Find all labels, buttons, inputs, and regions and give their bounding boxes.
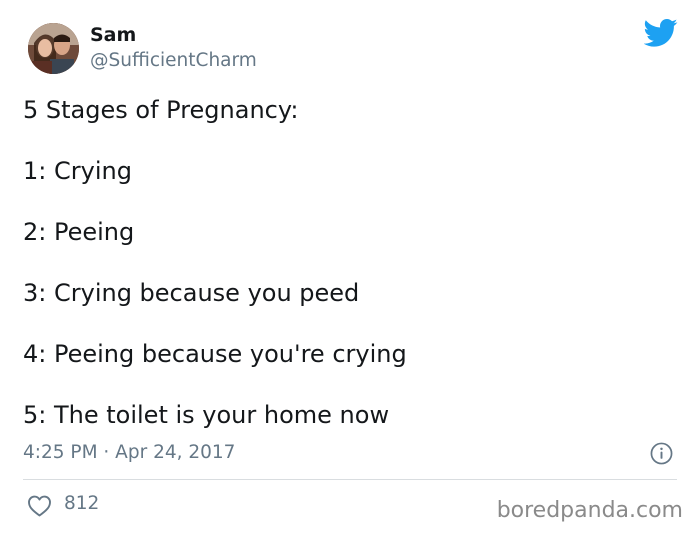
tweet-line: 4: Peeing because you're crying bbox=[23, 340, 407, 368]
tweet-line: 3: Crying because you peed bbox=[23, 279, 360, 307]
tweet-line: 5 Stages of Pregnancy: bbox=[23, 96, 299, 124]
tweet-line: 2: Peeing bbox=[23, 218, 135, 246]
like-count: 812 bbox=[64, 493, 100, 514]
info-icon[interactable] bbox=[650, 442, 673, 465]
tweet-text: 5 Stages of Pregnancy: 1: Crying 2: Peei… bbox=[23, 92, 683, 458]
tweet-line: 5: The toilet is your home now bbox=[23, 401, 390, 429]
heart-icon[interactable] bbox=[27, 495, 52, 517]
author-handle[interactable]: @SufficientCharm bbox=[90, 49, 257, 73]
author-name[interactable]: Sam bbox=[90, 23, 136, 47]
avatar[interactable] bbox=[28, 23, 79, 74]
watermark: boredpanda.com bbox=[496, 498, 683, 523]
divider bbox=[23, 479, 677, 480]
twitter-bird-icon[interactable] bbox=[644, 18, 678, 48]
tweet-timestamp[interactable]: 4:25 PM · Apr 24, 2017 bbox=[23, 441, 235, 465]
tweet-line: 1: Crying bbox=[23, 157, 132, 185]
